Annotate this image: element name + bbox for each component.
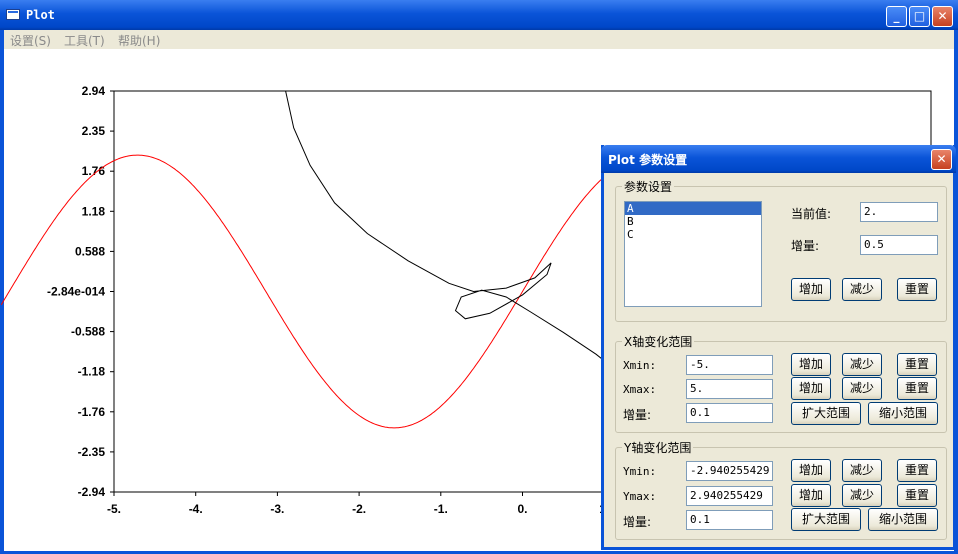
ymin-reset-button[interactable]: 重置 [897, 459, 937, 482]
ymin-increase-button[interactable]: 增加 [791, 459, 831, 482]
series-black-line [285, 90, 654, 398]
ymin-label: Ymin: [623, 465, 657, 478]
x-expand-range-button[interactable]: 扩大范围 [791, 402, 861, 425]
xmax-label: Xmax: [623, 383, 657, 396]
y-step-label: 增量: [623, 515, 652, 529]
y-tick-label: 1.18 [82, 204, 106, 218]
xmin-field[interactable]: -5. [686, 355, 773, 375]
y-tick-label: -2.35 [78, 445, 106, 459]
ymin-decrease-button[interactable]: 减少 [842, 459, 882, 482]
menu-bar: 设置(S) 工具(T) 帮助(H) [0, 30, 958, 49]
x-step-field[interactable]: 0.1 [686, 403, 773, 423]
dialog-title-bar[interactable]: Plot 参数设置 ✕ [601, 145, 956, 173]
param-step-label: 增量: [791, 239, 820, 253]
y-range-group: Y轴变化范围 Ymin: -2.940255429 增加 减少 重置 Ymax:… [615, 439, 947, 540]
x-tick-label: -3. [270, 502, 284, 516]
param-reset-button[interactable]: 重置 [897, 278, 937, 301]
ymax-label: Ymax: [623, 490, 657, 503]
x-tick-label: -2. [352, 502, 366, 516]
list-item[interactable]: B [625, 215, 761, 228]
y-tick-label: -2.94 [78, 485, 106, 499]
y-tick-label: 2.94 [82, 84, 106, 98]
xmax-increase-button[interactable]: 增加 [791, 377, 831, 400]
y-step-field[interactable]: 0.1 [686, 510, 773, 530]
xmax-decrease-button[interactable]: 减少 [842, 377, 882, 400]
xmin-label: Xmin: [623, 359, 657, 372]
params-group: 参数设置 A B C 当前值: 2. 增量: 0.5 增加 减少 重置 [615, 178, 947, 322]
y-tick-label: 0.588 [75, 244, 105, 258]
current-value-label: 当前值: [791, 207, 832, 221]
x-range-group: X轴变化范围 Xmin: -5. 增加 减少 重置 Xmax: 5. 增加 减少… [615, 333, 947, 433]
y-range-group-label: Y轴变化范围 [622, 439, 694, 456]
title-bar[interactable]: Plot _ □ ✕ [0, 0, 958, 30]
xmax-field[interactable]: 5. [686, 379, 773, 399]
x-tick-label: -1. [434, 502, 448, 516]
y-shrink-range-button[interactable]: 缩小范围 [868, 508, 938, 531]
ymax-field[interactable]: 2.940255429 [686, 486, 773, 506]
x-shrink-range-button[interactable]: 缩小范围 [868, 402, 938, 425]
minimize-button[interactable]: _ [886, 6, 907, 27]
app-window-icon [6, 9, 20, 20]
xmin-reset-button[interactable]: 重置 [897, 353, 937, 376]
menu-help[interactable]: 帮助(H) [118, 32, 160, 49]
ymax-decrease-button[interactable]: 减少 [842, 484, 882, 507]
ymin-field[interactable]: -2.940255429 [686, 461, 773, 481]
y-tick-label: -1.18 [78, 365, 106, 379]
y-expand-range-button[interactable]: 扩大范围 [791, 508, 861, 531]
close-button[interactable]: ✕ [932, 6, 953, 27]
window-title: Plot [26, 8, 55, 22]
menu-tools[interactable]: 工具(T) [64, 32, 105, 49]
xmax-reset-button[interactable]: 重置 [897, 377, 937, 400]
y-tick-label: 2.35 [82, 124, 106, 138]
param-increase-button[interactable]: 增加 [791, 278, 831, 301]
dialog-title: Plot 参数设置 [608, 153, 688, 167]
y-tick-label: 1.76 [82, 164, 106, 178]
y-tick-label: -2.84e-014 [47, 285, 105, 299]
x-tick-label: -4. [189, 502, 203, 516]
current-value-field[interactable]: 2. [860, 202, 938, 222]
list-item[interactable]: C [625, 228, 761, 241]
ymax-reset-button[interactable]: 重置 [897, 484, 937, 507]
y-tick-label: -1.76 [78, 405, 106, 419]
y-tick-label: -0.588 [71, 325, 105, 339]
x-tick-label: -5. [107, 502, 121, 516]
params-group-label: 参数设置 [622, 178, 675, 195]
param-listbox[interactable]: A B C [624, 201, 762, 307]
menu-settings[interactable]: 设置(S) [10, 32, 51, 49]
param-step-field[interactable]: 0.5 [860, 235, 938, 255]
x-range-group-label: X轴变化范围 [622, 333, 695, 350]
ymax-increase-button[interactable]: 增加 [791, 484, 831, 507]
parameter-dialog: 参数设置 A B C 当前值: 2. 增量: 0.5 增加 减少 重置 X轴变化… [601, 145, 956, 550]
x-step-label: 增量: [623, 408, 652, 422]
xmin-decrease-button[interactable]: 减少 [842, 353, 882, 376]
dialog-close-button[interactable]: ✕ [931, 149, 952, 170]
xmin-increase-button[interactable]: 增加 [791, 353, 831, 376]
param-decrease-button[interactable]: 减少 [842, 278, 882, 301]
list-item[interactable]: A [625, 202, 761, 215]
maximize-button[interactable]: □ [909, 6, 930, 27]
x-tick-label: 0. [517, 502, 527, 516]
